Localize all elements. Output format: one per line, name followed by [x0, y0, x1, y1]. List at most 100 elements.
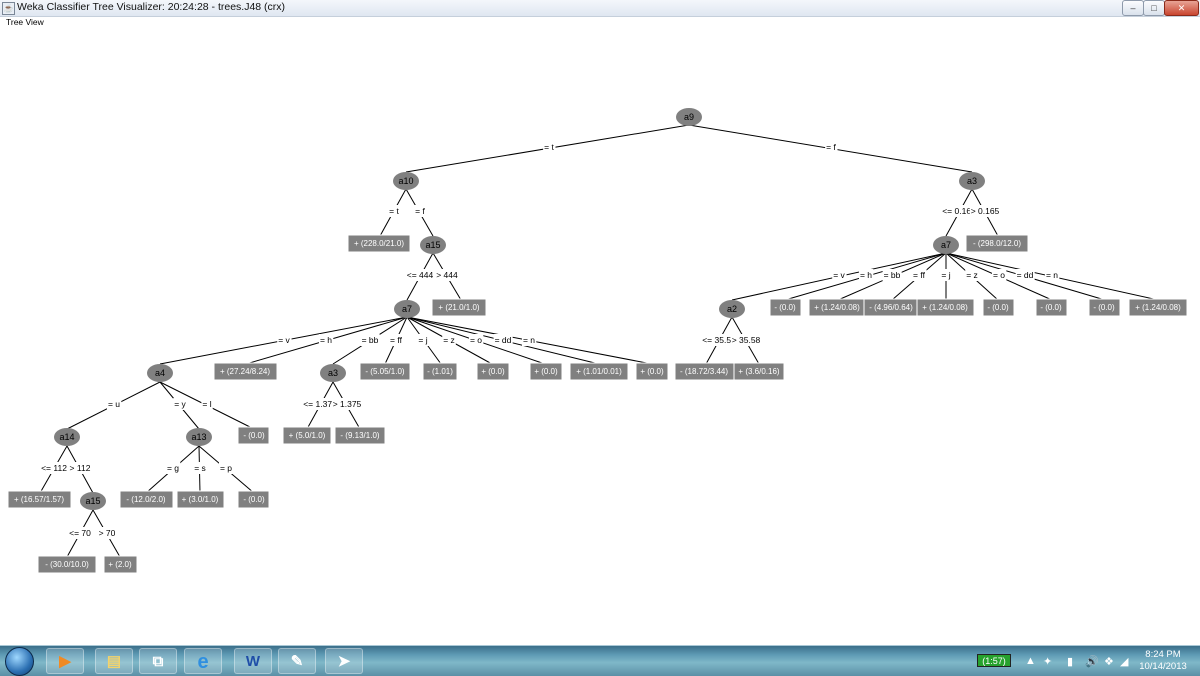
leaf-label: - (0.0) — [1093, 303, 1115, 312]
tree-leaf[interactable]: + (16.57/1.57) — [7, 490, 72, 509]
tree-leaf[interactable]: + (228.0/21.0) — [347, 234, 411, 253]
tree-leaf[interactable]: - (4.96/0.64) — [863, 298, 919, 317]
tree-leaf[interactable]: - (0.0) — [769, 298, 802, 317]
word-icon: W — [245, 653, 261, 670]
taskbar-internet-explorer[interactable]: e — [184, 648, 222, 674]
minimize-button[interactable]: – — [1122, 0, 1144, 16]
edge-label: = z — [443, 335, 455, 345]
tree-svg: = t = f = t = f <= 444 > 444 = v = h = b… — [7, 108, 1188, 574]
node-label: a9 — [684, 112, 694, 122]
tree-node[interactable]: a9 — [676, 108, 702, 126]
edge-label: = v — [833, 270, 845, 280]
tree-leaf[interactable]: + (3.6/0.16) — [733, 362, 785, 381]
edge-label: = dd — [1017, 270, 1034, 280]
leaf-label: - (4.96/0.64) — [869, 303, 913, 312]
leaf-label: + (1.01/0.01) — [576, 367, 622, 376]
node-label: a15 — [85, 496, 100, 506]
folder-icon: ▤ — [106, 653, 122, 670]
tree-leaf[interactable]: - (0.0) — [1088, 298, 1121, 317]
taskbar-media-player[interactable]: ▶ — [46, 648, 84, 674]
tree-leaf[interactable]: + (1.24/0.08) — [916, 298, 975, 317]
edge-label: = o — [993, 270, 1005, 280]
leaf-label: - (0.0) — [987, 303, 1009, 312]
edge-label: = h — [860, 270, 872, 280]
show-hidden-icons-icon[interactable]: ▲ — [1025, 655, 1036, 667]
tree-leaf[interactable]: - (298.0/12.0) — [965, 234, 1029, 253]
node-label: a10 — [398, 176, 413, 186]
tree-leaf[interactable]: + (2.0) — [103, 555, 138, 574]
tree-leaf[interactable]: - (0.0) — [237, 426, 270, 445]
leaf-label: - (0.0) — [1040, 303, 1062, 312]
tree-leaf[interactable]: + (3.0/1.0) — [176, 490, 225, 509]
tree-node[interactable]: a15 — [420, 236, 446, 254]
node-label: a4 — [155, 368, 165, 378]
taskbar-paint[interactable]: ✎ — [278, 648, 316, 674]
close-button[interactable]: ✕ — [1164, 0, 1199, 16]
tree-leaf[interactable]: - (0.0) — [237, 490, 270, 509]
edge-label: > 444 — [436, 270, 458, 280]
leaf-label: - (1.01) — [427, 367, 453, 376]
maximize-button[interactable]: □ — [1143, 0, 1165, 16]
tree-leaf[interactable]: + (27.24/8.24) — [213, 362, 278, 381]
tree-node[interactable]: a7 — [933, 236, 959, 254]
taskbar-file-explorer[interactable]: ▤ — [95, 648, 133, 674]
taskbar-word[interactable]: W — [234, 648, 272, 674]
tree-node[interactable]: a2 — [719, 300, 745, 318]
battery-indicator[interactable]: (1:57) — [977, 654, 1011, 667]
system-clock[interactable]: 8:24 PM 10/14/2013 — [1128, 649, 1198, 673]
tree-leaf[interactable]: - (18.72/3.44) — [674, 362, 735, 381]
tree-leaf[interactable]: - (0.0) — [1035, 298, 1068, 317]
edge-label: = f — [826, 142, 836, 152]
tree-view-panel-header: Tree View — [0, 17, 1200, 29]
tree-canvas[interactable]: = t = f = t = f <= 444 > 444 = v = h = b… — [0, 29, 1200, 645]
edge-label: = v — [278, 335, 290, 345]
edge-label: > 35.58 — [732, 335, 761, 345]
edge-label: > 0.165 — [971, 206, 1000, 216]
edge-label: = n — [523, 335, 535, 345]
leaf-label: + (1.24/0.08) — [922, 303, 968, 312]
tree-node[interactable]: a7 — [394, 300, 420, 318]
tree-node[interactable]: a14 — [54, 428, 80, 446]
tree-leaf[interactable]: - (0.0) — [982, 298, 1015, 317]
tree-leaf[interactable]: + (0.0) — [635, 362, 669, 381]
taskbar-remote-desktop[interactable]: ⧉ — [139, 648, 177, 674]
start-button[interactable] — [3, 646, 35, 676]
edge-label: = u — [108, 399, 120, 409]
edge-label: > 112 — [70, 463, 91, 473]
tree-node[interactable]: a3 — [959, 172, 985, 190]
tree-leaf[interactable]: - (1.01) — [422, 362, 458, 381]
tree-node[interactable]: a13 — [186, 428, 212, 446]
window-title: Weka Classifier Tree Visualizer: 20:24:2… — [17, 1, 286, 13]
node-label: a7 — [941, 240, 951, 250]
tree-leaf[interactable]: + (0.0) — [529, 362, 563, 381]
tree-node[interactable]: a3 — [320, 364, 346, 382]
volume-icon[interactable]: 🔊 — [1085, 655, 1099, 668]
remote-desktop-icon: ⧉ — [152, 653, 164, 670]
antivirus-icon[interactable]: ✦ — [1043, 655, 1052, 668]
leaf-label: + (1.24/0.08) — [814, 303, 860, 312]
tree-node[interactable]: a10 — [393, 172, 419, 190]
tree-leaf[interactable]: + (0.0) — [476, 362, 510, 381]
clock-time: 8:24 PM — [1145, 649, 1181, 660]
tree-node[interactable]: a15 — [80, 492, 106, 510]
edge-label: = y — [174, 399, 186, 409]
battery-tray-icon[interactable]: ▮ — [1067, 655, 1073, 668]
edge-label: = ff — [390, 335, 403, 345]
tree-leaf[interactable]: - (12.0/2.0) — [119, 490, 174, 509]
edge-label: > 1.375 — [333, 399, 362, 409]
tree-leaf[interactable]: - (30.0/10.0) — [37, 555, 97, 574]
tree-leaf[interactable]: + (5.0/1.0) — [282, 426, 332, 445]
tree-node[interactable]: a4 — [147, 364, 173, 382]
tree-leaf[interactable]: + (1.24/0.08) — [1128, 298, 1188, 317]
tree-view-label: Tree View — [6, 17, 44, 27]
paint-icon: ✎ — [290, 653, 304, 670]
tree-leaf[interactable]: + (1.01/0.01) — [569, 362, 629, 381]
tree-leaf[interactable]: - (9.13/1.0) — [334, 426, 386, 445]
taskbar-thunderbird[interactable]: ➤ — [325, 648, 363, 674]
leaf-label: - (12.0/2.0) — [126, 495, 165, 504]
tree-leaf[interactable]: + (21.0/1.0) — [431, 298, 487, 317]
dropbox-icon[interactable]: ❖ — [1104, 655, 1114, 668]
tree-leaf[interactable]: + (1.24/0.08) — [808, 298, 867, 317]
tree-leaf[interactable]: - (5.05/1.0) — [359, 362, 411, 381]
edge-label: = j — [941, 270, 950, 280]
